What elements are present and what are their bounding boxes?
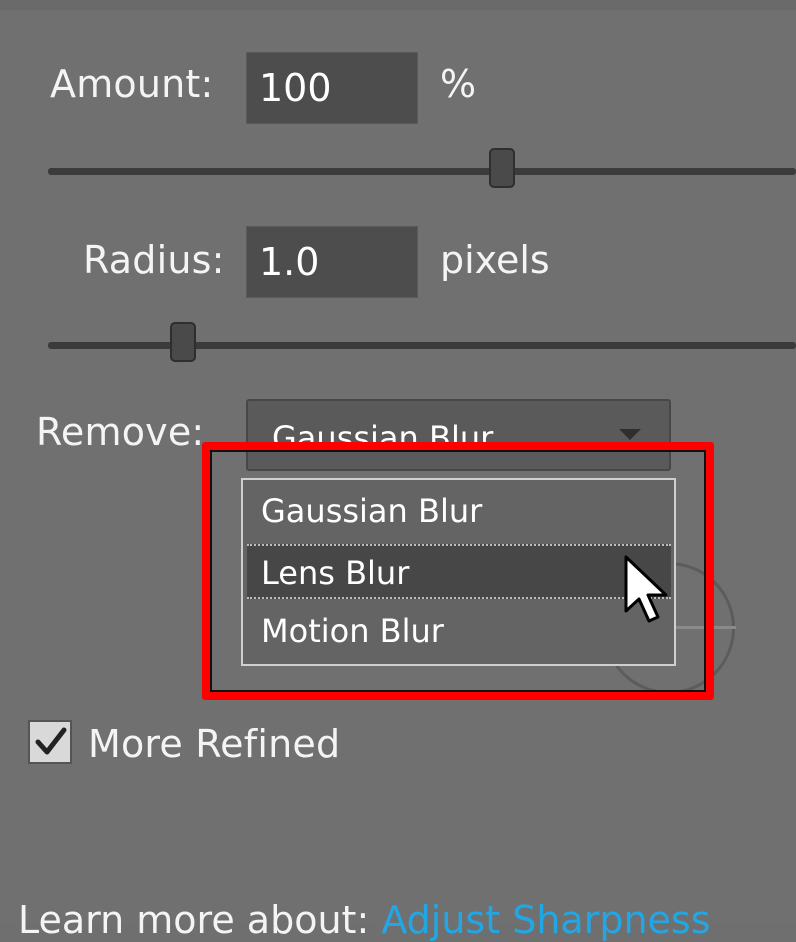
chevron-down-icon[interactable]	[619, 429, 641, 440]
radius-slider-thumb[interactable]	[170, 322, 196, 362]
amount-input[interactable]: 100	[246, 52, 418, 124]
radius-unit: pixels	[440, 238, 550, 282]
more-refined-label[interactable]: More Refined	[88, 722, 340, 766]
amount-slider-thumb[interactable]	[489, 148, 515, 188]
checkmark-icon	[35, 727, 67, 755]
learn-more-prefix: Learn more about:	[18, 898, 370, 942]
radius-label: Radius:	[83, 238, 225, 282]
remove-label: Remove:	[36, 410, 205, 454]
adjust-sharpness-panel: Amount: 100 % Radius: 1.0 pixels Remove:…	[0, 0, 796, 942]
panel-top-edge	[0, 0, 796, 10]
amount-unit: %	[440, 62, 477, 106]
learn-more-footer: Learn more about: Adjust Sharpness	[18, 898, 711, 942]
adjust-sharpness-link[interactable]: Adjust Sharpness	[381, 898, 710, 942]
radius-slider-track[interactable]	[48, 342, 796, 349]
amount-label: Amount:	[50, 62, 214, 106]
more-refined-checkbox[interactable]	[28, 720, 72, 764]
amount-slider-track[interactable]	[48, 168, 796, 175]
radius-input[interactable]: 1.0	[246, 226, 418, 298]
mouse-cursor-icon	[624, 555, 668, 623]
